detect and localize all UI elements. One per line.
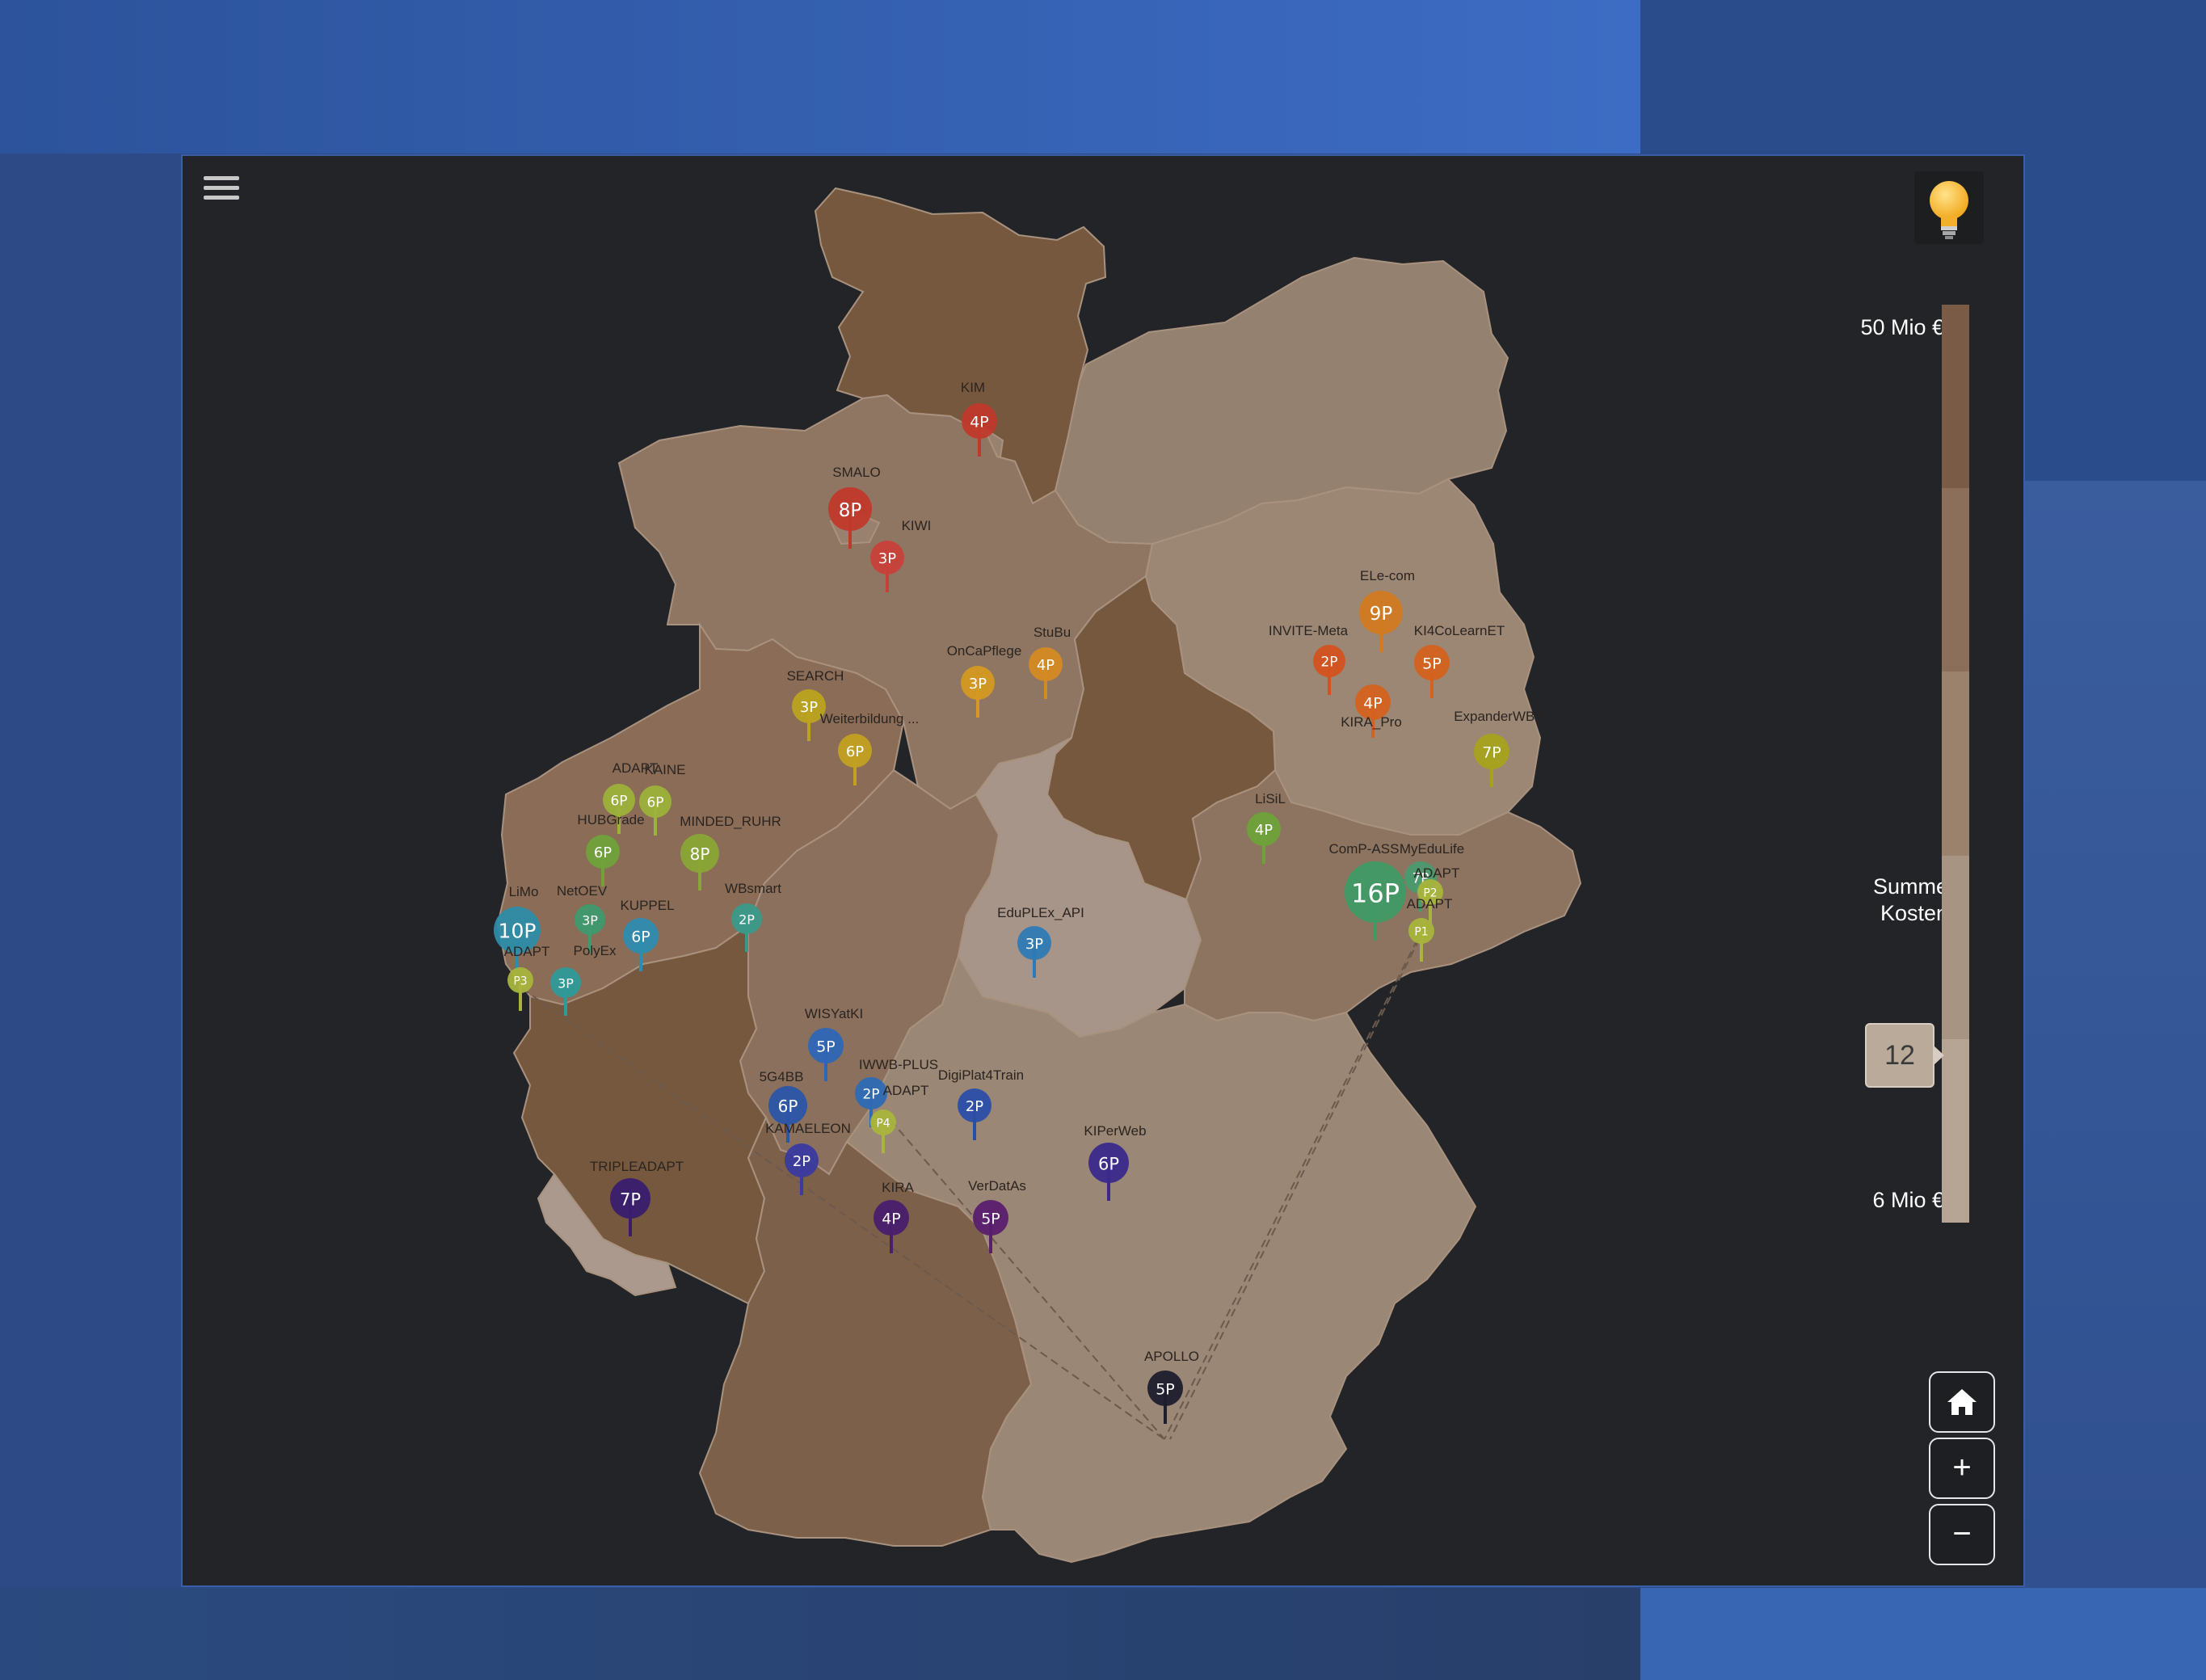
marker-label: IWWB-PLUS [859,1057,938,1072]
marker-count: 3P [558,975,574,991]
marker-label: WISYatKI [805,1006,863,1021]
marker-count: 6P [594,844,612,861]
legend-scale-segment [1942,305,1969,489]
marker-label: KIM [961,380,985,395]
marker-count: 5P [981,1210,1000,1227]
marker-count: 2P [793,1153,810,1170]
marker-count: 9P [1370,604,1393,625]
marker-count: P3 [513,975,527,987]
legend-title: Summe Kosten [1815,874,1948,927]
marker-count: 5P [816,1038,836,1055]
map-panel: 4P KIM 8P SMALO 3P KIWI 9P ELe-com 2P INVITE-Meta… [181,154,2025,1587]
marker-count: 2P [1320,655,1337,671]
marker-label: KIRA [882,1180,914,1195]
marker-count: 4P [1363,694,1383,712]
marker-count: 6P [846,743,864,760]
marker-label: KIWI [902,518,932,533]
marker-label: ComP-ASS [1329,841,1400,857]
marker-count: 10P [499,920,537,943]
marker-count: 2P [966,1098,983,1115]
marker-label: ADAPT [883,1083,929,1098]
marker-label: ADAPT [1414,865,1460,881]
marker-label: ADAPT [1407,896,1453,912]
home-button[interactable] [1929,1371,1995,1433]
marker-label: Weiterbildung ... [820,711,920,726]
marker-count: P4 [876,1117,890,1130]
marker-count: 4P [882,1210,901,1227]
marker-count: 3P [800,699,818,716]
germany-map[interactable]: 4P KIM 8P SMALO 3P KIWI 9P ELe-com 2P INVITE-Meta… [183,156,2027,1589]
marker-count: P1 [1414,925,1428,938]
marker-count: 16P [1351,878,1400,909]
marker-label: SEARCH [787,668,844,684]
marker-label: APOLLO [1144,1349,1199,1364]
marker-label: LiSiL [1255,791,1286,806]
marker-count: 6P [610,794,627,810]
legend-scale-segment [1942,1038,1969,1223]
marker-count: 6P [778,1097,798,1116]
marker-label: KIPerWeb [1084,1123,1146,1139]
marker-label: LiMo [509,884,539,899]
marker-label: TRIPLEADAPT [590,1159,684,1174]
marker-label: KUPPEL [620,898,674,913]
marker-count: 3P [582,912,598,928]
marker-count: 2P [862,1087,879,1103]
marker-label: KIRA_Pro [1341,714,1402,730]
legend-title-line1: Summe [1872,874,1948,899]
marker-label: ADAPT [504,944,550,959]
marker-count: 5P [1422,655,1442,672]
lightbulb-icon[interactable] [1914,171,1984,244]
marker-label: MyEduLife [1400,841,1464,857]
legend-color-scale [1942,305,1969,1223]
marker-label: EduPLEx_API [997,905,1084,920]
background-bottom [0,1588,1640,1680]
legend-min-label: 6 Mio € [1872,1188,1944,1212]
home-icon [1947,1389,1977,1415]
background-bottom-right [1640,1588,2206,1680]
marker-label: HUBGrade [577,812,644,827]
marker-label: DigiPlat4Train [938,1067,1024,1083]
hamburger-menu-icon[interactable] [202,171,241,209]
marker-count: 8P [690,844,710,864]
legend-max-label: 50 Mio € [1860,315,1944,339]
legend-scale-segment [1942,488,1969,672]
marker-count: 3P [1025,936,1043,953]
marker-label: INVITE-Meta [1269,623,1349,638]
marker-label: KAINE [644,762,685,777]
marker-label: KAMAELEON [765,1121,851,1136]
marker-count: 6P [646,795,663,811]
marker-count: 4P [1255,822,1273,839]
marker-label: KI4CoLearnET [1414,623,1505,638]
background-right-lower [2024,481,2206,1680]
marker-label: ExpanderWB3 [1454,709,1543,724]
marker-count: 7P [620,1189,641,1209]
marker-label: VerDatAs [968,1178,1026,1194]
marker-count: 4P [1037,657,1055,674]
marker-label: OnCaPflege [947,643,1022,659]
zoom-in-button[interactable]: + [1929,1438,1995,1499]
marker-label: 5G4BB [760,1069,804,1084]
marker-label: MINDED_RUHR [680,814,781,829]
marker-label: StuBu [1034,625,1071,640]
marker-count: 3P [878,550,896,567]
marker-count: 7P [1482,743,1501,761]
legend-scale-segment [1942,855,1969,1039]
legend-value-badge: 12 [1865,1023,1944,1088]
marker-count: 3P [969,676,987,693]
background-top [0,0,1640,154]
marker-count: 8P [839,500,862,521]
zoom-out-button[interactable]: − [1929,1504,1995,1565]
marker-label: NetOEV [557,883,608,899]
marker-count: 5P [1156,1380,1175,1398]
marker-label: PolyEx [574,943,617,958]
legend-scale-segment [1942,672,1969,856]
marker-label: WBsmart [725,881,781,896]
marker-count: 4P [970,413,989,431]
legend-title-line2: Kosten [1880,901,1948,925]
marker-count: 6P [1098,1154,1119,1173]
marker-label: SMALO [832,465,881,480]
marker-count: 2P [739,912,755,927]
marker-count: 6P [631,928,650,945]
marker-label: ELe-com [1360,568,1415,583]
